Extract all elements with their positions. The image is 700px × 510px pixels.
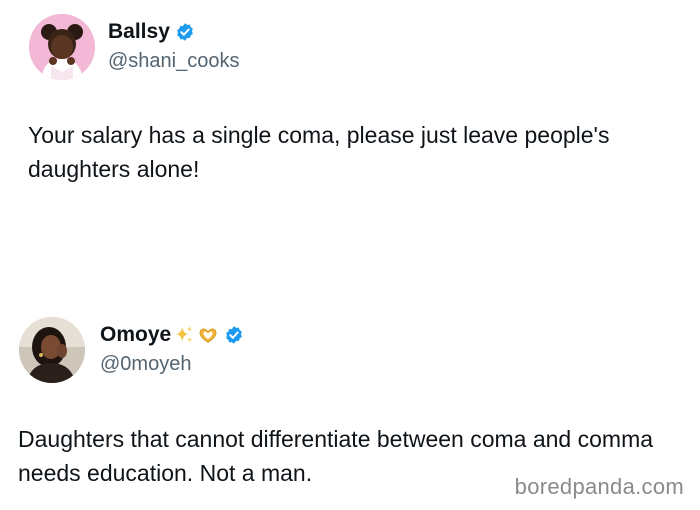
display-name[interactable]: Omoye [100,321,171,349]
verified-badge-icon [175,22,195,42]
verified-badge-icon [224,325,244,345]
tweet-text: Your salary has a single coma, please ju… [28,122,610,182]
display-name[interactable]: Ballsy [108,18,170,46]
watermark: boredpanda.com [514,474,684,499]
avatar[interactable] [19,317,85,383]
avatar-photo [19,317,85,383]
heart-hands-icon [197,324,219,346]
avatar-illustration [29,14,95,80]
handle[interactable]: @shani_cooks [108,48,239,74]
sparkles-icon [173,324,195,346]
name-row: Ballsy [108,18,195,46]
handle[interactable]: @0moyeh [100,351,191,377]
tweet-ballsy[interactable]: Ballsy @shani_cooks Your salary has a si… [0,0,700,300]
name-row: Omoye [100,321,244,349]
avatar[interactable] [29,14,95,80]
